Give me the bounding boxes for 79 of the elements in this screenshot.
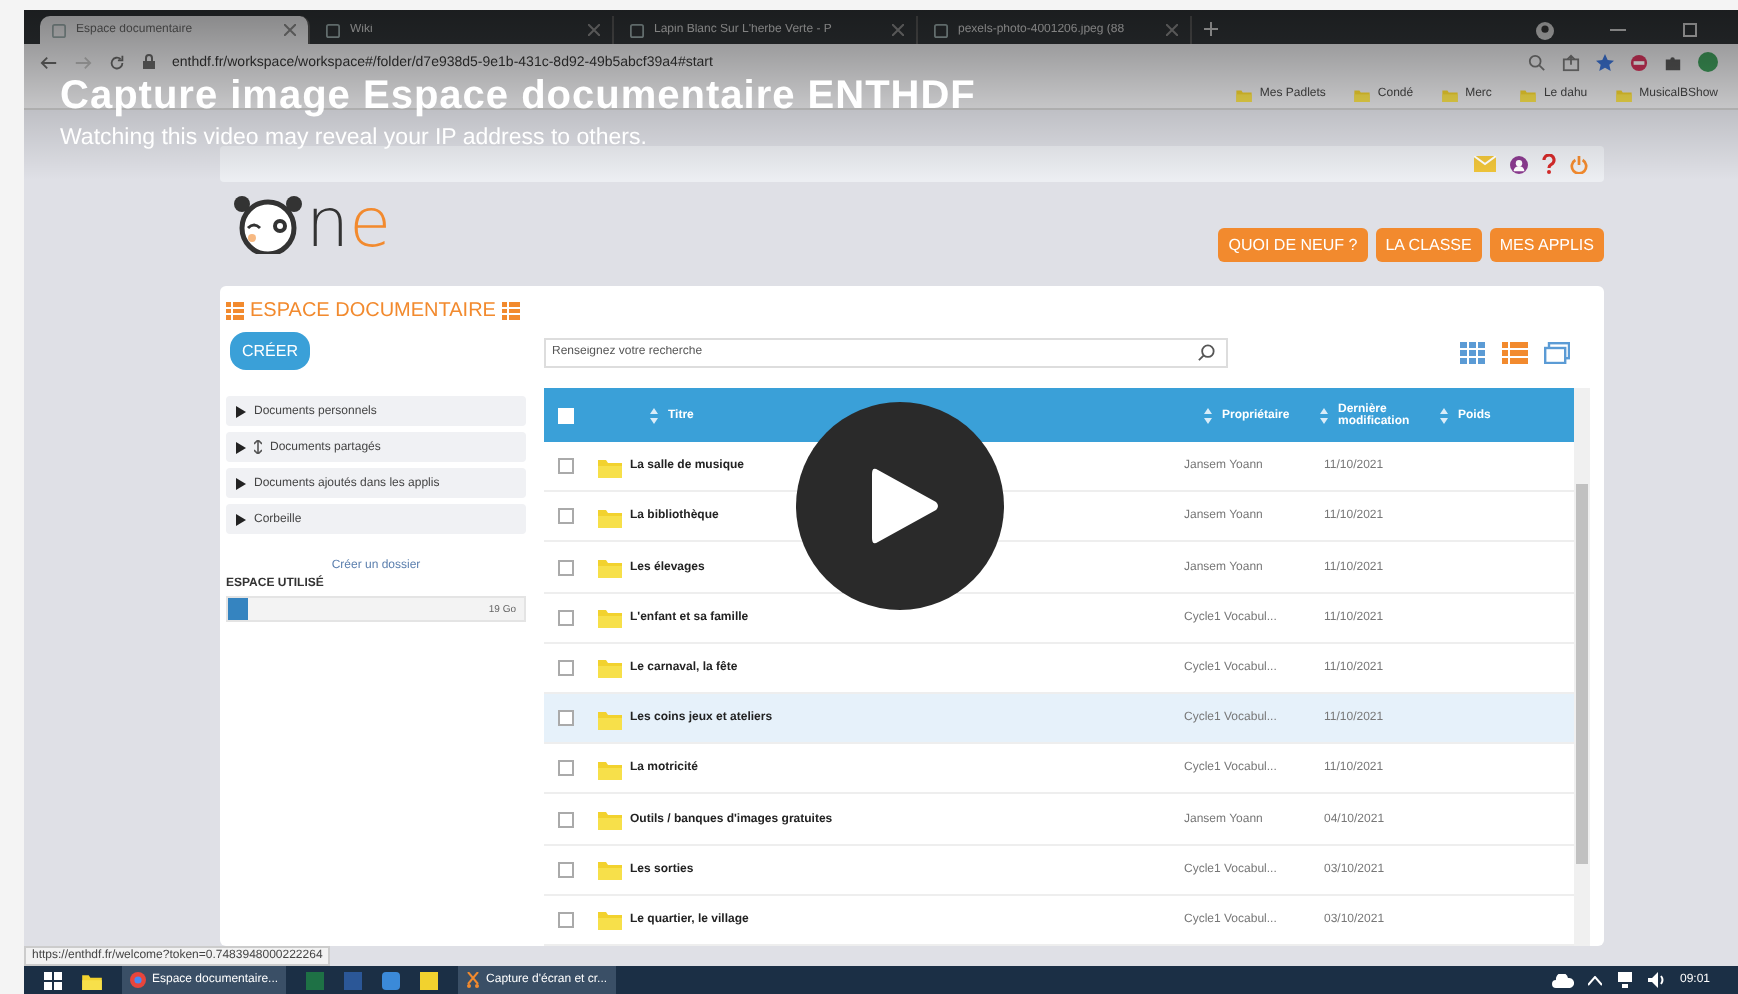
- restore-icon[interactable]: [1682, 22, 1698, 38]
- browser-icon: [130, 972, 146, 988]
- folder-icon: [598, 656, 622, 679]
- folder-icon: [598, 757, 622, 780]
- logo[interactable]: ne: [230, 194, 391, 254]
- folder-icon: [1441, 87, 1458, 101]
- scrollbar[interactable]: [1574, 388, 1590, 946]
- folder-icon: [598, 858, 622, 881]
- folder-icon: [598, 556, 622, 578]
- network-icon[interactable]: [1615, 972, 1634, 988]
- folder-icon: [598, 505, 622, 528]
- chevron-icon[interactable]: [1587, 975, 1602, 985]
- cloud-icon[interactable]: [1551, 973, 1574, 987]
- spreadsheet-icon[interactable]: [306, 971, 325, 989]
- row-checkbox[interactable]: [558, 861, 574, 878]
- power-icon[interactable]: [1570, 155, 1588, 173]
- app-icon[interactable]: [382, 971, 401, 989]
- folder-icon: [598, 808, 622, 831]
- scissors-icon: [466, 972, 481, 988]
- row-checkbox[interactable]: [558, 911, 574, 928]
- notes-icon[interactable]: [420, 971, 439, 989]
- extension-icon[interactable]: [1630, 53, 1648, 71]
- caret-icon[interactable]: [236, 405, 246, 417]
- reload-icon[interactable]: [108, 53, 126, 71]
- row-checkbox[interactable]: [558, 508, 574, 525]
- page-icon: [630, 23, 644, 37]
- folder-icon: [1235, 87, 1252, 101]
- close-icon[interactable]: [892, 24, 904, 36]
- row-checkbox[interactable]: [558, 659, 574, 676]
- page-icon: [934, 23, 948, 37]
- sort-icon[interactable]: [650, 407, 658, 423]
- play-icon: [872, 466, 940, 546]
- select-all-checkbox[interactable]: [558, 407, 574, 423]
- grid-view-icon[interactable]: [1460, 341, 1486, 363]
- folder-icon: [598, 707, 622, 730]
- mail-icon[interactable]: [1474, 156, 1496, 172]
- page-icon: [52, 23, 66, 37]
- search-icon[interactable]: [1198, 343, 1216, 361]
- zoom-icon[interactable]: [1528, 53, 1546, 71]
- sort-icon[interactable]: [1204, 407, 1212, 423]
- row-checkbox[interactable]: [558, 609, 574, 626]
- forward-icon[interactable]: [74, 53, 92, 71]
- lock-icon: [142, 54, 156, 70]
- help-icon[interactable]: [1542, 154, 1556, 174]
- row-checkbox[interactable]: [558, 710, 574, 727]
- windows-icon[interactable]: [44, 971, 62, 989]
- close-icon[interactable]: [284, 24, 296, 36]
- caret-icon[interactable]: [236, 477, 246, 489]
- folder-icon: [598, 455, 622, 478]
- gallery-view-icon[interactable]: [1544, 341, 1570, 363]
- apps-icon: [226, 301, 244, 319]
- row-checkbox[interactable]: [558, 811, 574, 828]
- account-icon[interactable]: [1510, 155, 1528, 173]
- row-checkbox[interactable]: [558, 559, 574, 575]
- list-view-icon[interactable]: [1502, 341, 1528, 363]
- row-checkbox[interactable]: [558, 458, 574, 475]
- folder-icon: [1353, 87, 1370, 101]
- sort-icon[interactable]: [1320, 407, 1328, 423]
- folder-icon: [1615, 87, 1632, 101]
- back-icon[interactable]: [40, 53, 58, 71]
- folder-icon: [598, 908, 622, 931]
- folder-icon: [1519, 87, 1536, 101]
- avatar-icon[interactable]: [1698, 52, 1718, 72]
- profile-icon[interactable]: [1536, 21, 1554, 39]
- speaker-icon[interactable]: [1647, 972, 1666, 988]
- star-icon[interactable]: [1596, 53, 1614, 71]
- caret-icon[interactable]: [236, 441, 246, 453]
- apps-icon: [501, 301, 520, 319]
- file-explorer-icon[interactable]: [82, 971, 102, 989]
- close-icon[interactable]: [588, 24, 600, 36]
- caret-icon[interactable]: [236, 513, 246, 525]
- section-title: ESPACE DOCUMENTAIRE: [250, 299, 496, 321]
- close-icon[interactable]: [1166, 24, 1178, 36]
- new-tab-icon[interactable]: [1204, 22, 1218, 36]
- row-checkbox[interactable]: [558, 760, 574, 777]
- page-icon: [326, 23, 340, 37]
- sort-icon[interactable]: [1440, 407, 1448, 423]
- document-icon[interactable]: [344, 971, 363, 989]
- folder-icon: [598, 606, 622, 629]
